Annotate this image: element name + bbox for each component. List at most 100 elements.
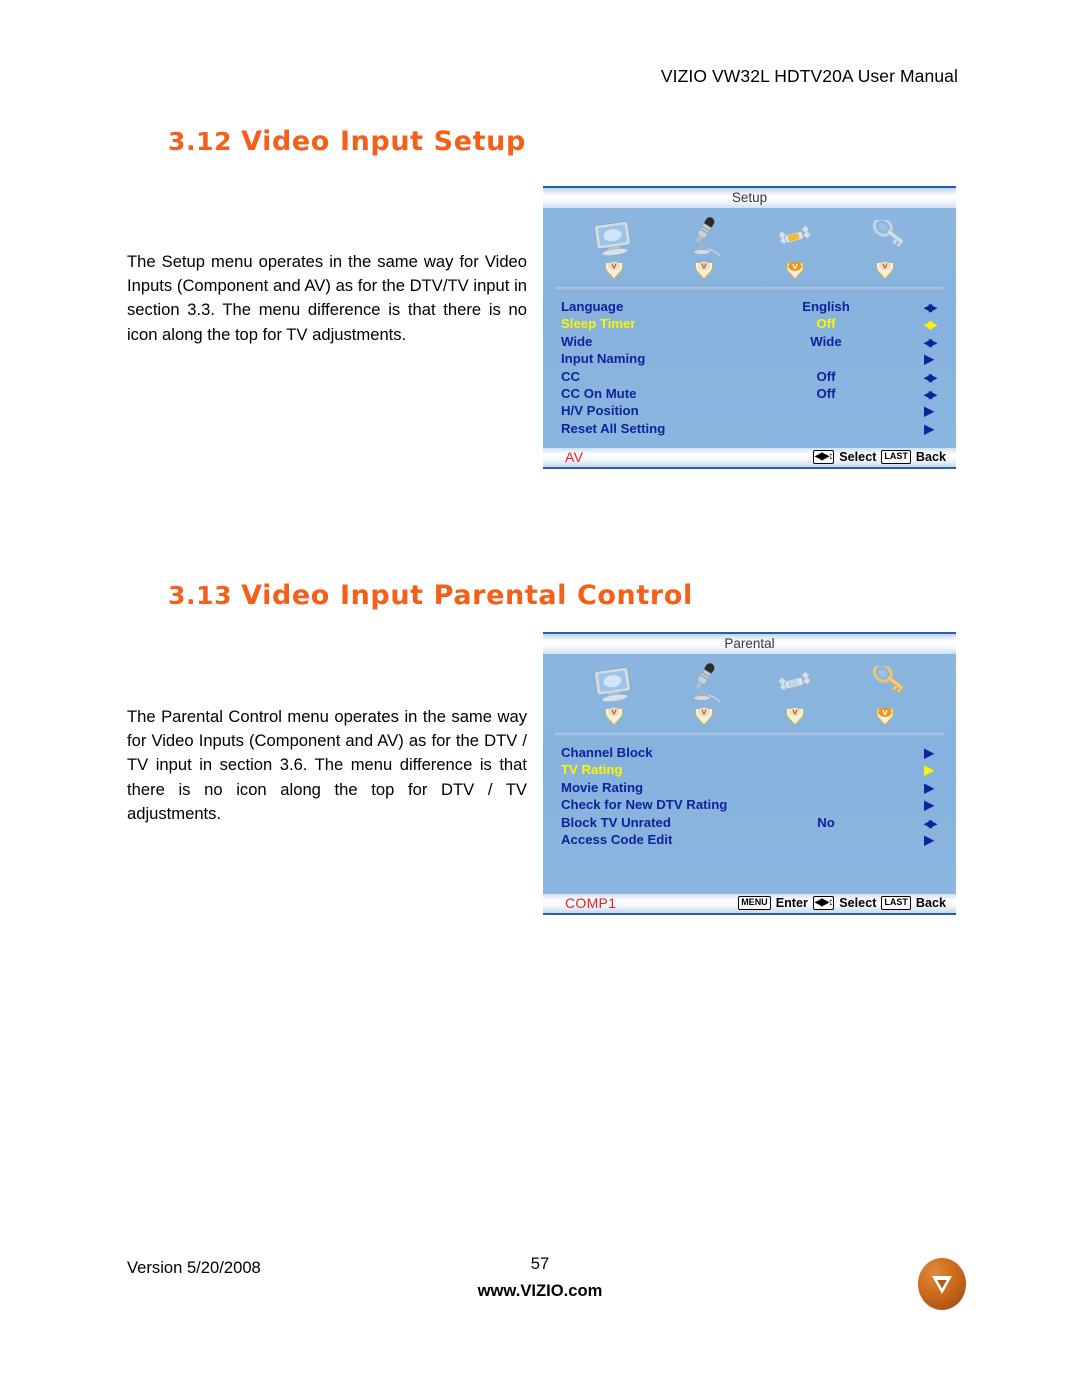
osd-hint-row: MENU Enter ◀▶↕ Select LAST Back xyxy=(738,896,946,910)
manual-title-header: VIZIO VW32L HDTV20A User Manual xyxy=(660,66,958,86)
right-arrow-icon[interactable] xyxy=(918,744,940,762)
osd-title-bar: Parental xyxy=(543,632,956,654)
osd-menu-item[interactable]: Reset All Setting xyxy=(561,420,942,437)
dpad-key-icon: ◀▶↕ xyxy=(812,450,835,464)
osd-menu-item[interactable]: Block TV Unrated No xyxy=(561,814,942,831)
osd-menu-item[interactable]: CC On Mute Off xyxy=(561,385,942,402)
vizio-badge-icon: V xyxy=(603,259,625,281)
vizio-v-mark-icon xyxy=(932,1276,952,1294)
right-arrow-icon[interactable] xyxy=(918,796,940,814)
section-title-text: Video Input Setup xyxy=(241,126,526,157)
key-parental-icon xyxy=(862,214,908,258)
osd-input-source-label: COMP1 xyxy=(565,895,617,911)
osd-screenshot-setup: Setup V V V V Language English ◀▶ Sleep … xyxy=(543,186,956,469)
osd-tab-audio[interactable]: V xyxy=(659,660,749,730)
osd-tab-setup[interactable]: V xyxy=(750,214,840,284)
hint-back-label: Back xyxy=(915,450,946,464)
right-arrow-icon[interactable] xyxy=(918,350,940,368)
osd-input-source-label: AV xyxy=(565,449,584,465)
vizio-badge-icon: V xyxy=(784,705,806,727)
section-paragraph-3-12: The Setup menu operates in the same way … xyxy=(127,252,527,344)
section-number: 3.13 xyxy=(168,581,233,610)
osd-menu-value: Off xyxy=(816,316,836,332)
osd-tab-audio[interactable]: V xyxy=(659,214,749,284)
osd-menu-label: Language xyxy=(561,299,624,314)
osd-menu-label: TV Rating xyxy=(561,762,623,778)
microphone-audio-icon xyxy=(681,214,727,258)
osd-menu-label: Reset All Setting xyxy=(561,420,666,436)
osd-menu-list-parental: Channel Block TV Rating Movie Rating Che… xyxy=(543,738,956,848)
osd-menu-label: Input Naming xyxy=(561,351,646,367)
right-arrow-icon[interactable] xyxy=(918,761,940,779)
osd-title-bar: Setup xyxy=(543,186,956,208)
hint-select-label: Select xyxy=(839,450,877,464)
osd-menu-item[interactable]: Channel Block xyxy=(561,744,942,761)
osd-menu-label: Check for New DTV Rating xyxy=(561,797,728,813)
osd-menu-item-selected[interactable]: Sleep Timer Off xyxy=(561,315,942,332)
hint-select-label: Select xyxy=(839,896,877,910)
last-key-icon: LAST xyxy=(881,450,911,464)
osd-menu-label: Access Code Edit xyxy=(561,831,673,847)
osd-tab-picture[interactable]: V xyxy=(569,660,659,730)
svg-text:V: V xyxy=(792,709,798,717)
wrench-setup-icon xyxy=(772,660,818,704)
vizio-logo xyxy=(918,1258,966,1310)
osd-menu-label: CC xyxy=(561,368,581,384)
osd-screenshot-parental: Parental V V V V Channel Block ▶ TV Rati… xyxy=(543,632,956,915)
osd-menu-label: Movie Rating xyxy=(561,779,644,795)
osd-menu-item[interactable]: Input Naming xyxy=(561,350,942,367)
osd-separator xyxy=(555,731,944,738)
right-arrow-icon[interactable] xyxy=(918,779,940,797)
osd-menu-label: Channel Block xyxy=(561,745,653,760)
section-paragraph-3-13: The Parental Control menu operates in th… xyxy=(127,707,527,823)
osd-menu-value: English xyxy=(802,299,850,314)
osd-menu-label: H/V Position xyxy=(561,403,639,419)
osd-menu-item[interactable]: Wide Wide xyxy=(561,333,942,350)
right-arrow-icon[interactable] xyxy=(918,402,940,420)
dpad-key-icon: ◀▶↕ xyxy=(812,896,835,910)
key-parental-icon xyxy=(862,660,908,704)
osd-menu-item-selected[interactable]: TV Rating xyxy=(561,761,942,778)
vizio-badge-icon: V xyxy=(603,705,625,727)
menu-key-icon: MENU xyxy=(738,896,771,910)
osd-tab-setup[interactable]: V xyxy=(750,660,840,730)
osd-tab-picture[interactable]: V xyxy=(569,214,659,284)
vizio-badge-icon: V xyxy=(874,259,896,281)
tv-picture-icon xyxy=(591,660,637,704)
osd-icon-row-setup: V V V V xyxy=(543,208,956,284)
right-arrow-icon[interactable] xyxy=(918,831,940,849)
section-heading-3-12: 3.12 Video Input Setup xyxy=(168,126,526,157)
osd-tab-parental[interactable]: V xyxy=(840,214,930,284)
osd-menu-item[interactable]: Movie Rating xyxy=(561,779,942,796)
vizio-badge-icon-active: V xyxy=(784,259,806,281)
hint-enter-label: Enter xyxy=(775,896,808,910)
section-number: 3.12 xyxy=(168,127,233,156)
osd-menu-item[interactable]: CC Off xyxy=(561,368,942,385)
tv-picture-icon xyxy=(591,214,637,258)
footer-page-number: 57 xyxy=(530,1254,550,1273)
section-title-text: Video Input Parental Control xyxy=(241,580,693,611)
svg-text:V: V xyxy=(882,263,888,271)
svg-text:V: V xyxy=(611,709,617,717)
microphone-audio-icon xyxy=(681,660,727,704)
osd-title-setup: Setup xyxy=(731,190,768,205)
svg-text:V: V xyxy=(611,263,617,271)
vizio-badge-icon-active: V xyxy=(874,705,896,727)
svg-text:V: V xyxy=(792,263,798,271)
svg-text:V: V xyxy=(702,709,708,717)
osd-menu-label: CC On Mute xyxy=(561,385,637,401)
osd-tab-parental[interactable]: V xyxy=(840,660,930,730)
osd-menu-item[interactable]: Access Code Edit xyxy=(561,831,942,848)
osd-icon-row-parental: V V V V xyxy=(543,654,956,730)
osd-menu-item[interactable]: H/V Position xyxy=(561,402,942,419)
osd-status-bar: COMP1 MENU Enter ◀▶↕ Select LAST Back xyxy=(543,894,956,915)
osd-menu-list-setup: Language English Sleep Timer Off Wide Wi… xyxy=(543,292,956,437)
section-heading-3-13: 3.13 Video Input Parental Control xyxy=(168,580,693,611)
right-arrow-icon[interactable] xyxy=(918,420,940,438)
svg-text:V: V xyxy=(702,263,708,271)
osd-menu-item[interactable]: Check for New DTV Rating xyxy=(561,796,942,813)
osd-hint-row: ◀▶↕ Select LAST Back xyxy=(812,450,946,464)
hint-back-label: Back xyxy=(915,896,946,910)
osd-status-bar: AV ◀▶↕ Select LAST Back xyxy=(543,448,956,469)
osd-menu-item[interactable]: Language English xyxy=(561,298,942,315)
